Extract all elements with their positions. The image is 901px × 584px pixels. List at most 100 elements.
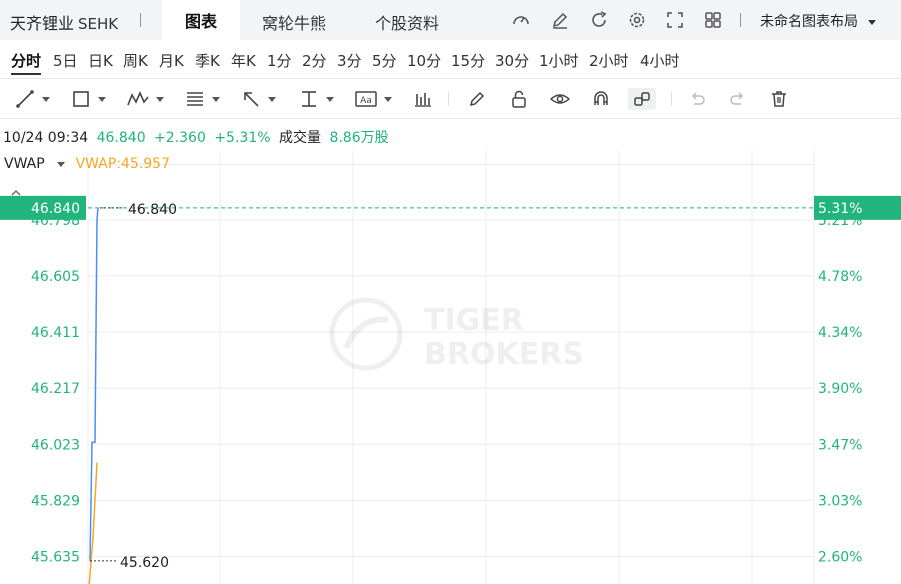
stock-title: 天齐锂业 SEHK [10, 10, 118, 34]
rectangle-tool-button[interactable] [70, 88, 106, 110]
pattern-tool-icon [127, 91, 149, 106]
watermark-line-1: TIGER [424, 303, 524, 338]
period-1h[interactable]: 1小时 [539, 50, 579, 71]
line-tool-button[interactable] [14, 88, 50, 110]
quote-datetime: 10/24 09:34 [3, 130, 89, 146]
rectangle-tool-icon [73, 91, 89, 107]
price-chart[interactable]: TIGER BROKERS 46.79846.60546.41146.21746… [0, 150, 901, 584]
fullscreen-icon[interactable] [665, 10, 685, 30]
fibonacci-tool-icon [187, 92, 203, 106]
caret-icon [98, 96, 106, 102]
period-15min[interactable]: 15分 [451, 50, 485, 71]
period-2h[interactable]: 2小时 [589, 50, 629, 71]
fibonacci-tool-button[interactable] [184, 88, 220, 110]
stock-name: 天齐锂业 [10, 14, 75, 33]
chevron-down-icon [868, 19, 877, 25]
price-tick-label: 46.411 [31, 325, 80, 341]
edit-icon[interactable] [550, 10, 570, 30]
toolbar-separator [671, 92, 672, 106]
period-intraday[interactable]: 分时 [11, 50, 41, 71]
tab-chart[interactable]: 图表 [162, 0, 240, 40]
period-3min[interactable]: 3分 [337, 50, 362, 71]
caret-icon [268, 96, 276, 102]
caret-icon [326, 96, 334, 102]
volume-label: 成交量 [279, 130, 321, 146]
percent-tick-label: 2.60% [818, 550, 862, 566]
measure-tool-button[interactable] [298, 88, 334, 110]
gauge-icon[interactable] [511, 10, 531, 30]
title-separator [140, 13, 141, 27]
undo-button[interactable] [686, 88, 708, 110]
period-1min[interactable]: 1分 [267, 50, 292, 71]
brush-icon [469, 91, 485, 107]
layout-grid-icon[interactable] [703, 10, 723, 30]
magnet-button[interactable] [590, 88, 612, 110]
quote-price: 46.840 [96, 130, 146, 146]
period-quarter[interactable]: 季K [195, 50, 220, 71]
exchange-code: SEHK [78, 15, 119, 33]
chart-annotations: 46.840 5.31% 46.840 45.620 [0, 195, 901, 571]
arrow-tool-icon [244, 92, 259, 107]
watermark-line-2: BROKERS [424, 337, 584, 372]
current-price-badge-label: 46.840 [31, 201, 80, 217]
divider [0, 118, 901, 119]
tab-warrants[interactable]: 窝轮牛熊 [262, 10, 326, 34]
period-month[interactable]: 月K [159, 50, 184, 71]
link-icon [634, 92, 650, 106]
quote-change-pct: +5.31% [214, 130, 271, 146]
link-button[interactable] [628, 88, 656, 110]
quote-change: +2.360 [154, 130, 206, 146]
indicator-tool-button[interactable] [412, 88, 434, 110]
magnet-icon [594, 91, 608, 105]
eye-icon [549, 94, 571, 104]
period-day[interactable]: 日K [88, 50, 113, 71]
lock-button[interactable] [508, 88, 530, 110]
tiger-brokers-watermark: TIGER BROKERS [329, 297, 584, 372]
svg-text:Aa: Aa [360, 96, 372, 106]
period-2min[interactable]: 2分 [302, 50, 327, 71]
layout-select[interactable]: 未命名图表布局 [760, 11, 877, 31]
percent-tick-label: 3.03% [818, 493, 862, 509]
caret-icon [156, 96, 164, 102]
divider [0, 78, 901, 79]
refresh-icon[interactable] [589, 10, 609, 30]
undo-icon [691, 92, 705, 105]
collapse-indicator-button[interactable] [10, 184, 22, 196]
lock-icon [512, 90, 526, 108]
toolbar-separator [448, 92, 449, 106]
percent-tick-label: 3.47% [818, 437, 862, 453]
percent-tick-label: 4.78% [818, 269, 862, 285]
period-4h[interactable]: 4小时 [640, 50, 680, 71]
period-5min[interactable]: 5分 [372, 50, 397, 71]
text-tool-icon: Aa [355, 91, 377, 107]
percent-tick-label: 4.34% [818, 325, 862, 341]
text-tool-button[interactable]: Aa [354, 88, 392, 110]
tab-stock-profile[interactable]: 个股资料 [375, 10, 439, 34]
price-tick-label: 46.023 [31, 437, 80, 453]
visibility-button[interactable] [549, 88, 571, 110]
indicator-legend[interactable]: VWAP VWAP:45.957 [4, 156, 170, 172]
high-marker-label: 46.840 [128, 202, 177, 218]
chart-series [88, 207, 99, 584]
redo-button[interactable] [727, 88, 749, 110]
pattern-tool-button[interactable] [126, 88, 164, 110]
volume-value: 8.86万股 [329, 130, 389, 146]
settings-icon[interactable] [627, 10, 647, 30]
period-week[interactable]: 周K [123, 50, 148, 71]
measure-tool-icon [302, 91, 316, 107]
active-period-underline [11, 73, 41, 75]
period-year[interactable]: 年K [231, 50, 256, 71]
arrow-tool-button[interactable] [240, 88, 276, 110]
brush-button[interactable] [466, 88, 488, 110]
period-10min[interactable]: 10分 [407, 50, 441, 71]
period-5d[interactable]: 5日 [53, 50, 78, 71]
period-30min[interactable]: 30分 [495, 50, 529, 71]
price-tick-label: 45.635 [31, 550, 80, 566]
caret-down-icon [57, 161, 66, 167]
percent-tick-label: 3.90% [818, 381, 862, 397]
delete-button[interactable] [768, 88, 790, 110]
chevron-up-icon [11, 190, 21, 196]
layout-select-label: 未命名图表布局 [760, 14, 858, 30]
indicator-tool-icon [415, 93, 431, 107]
caret-icon [42, 96, 50, 102]
